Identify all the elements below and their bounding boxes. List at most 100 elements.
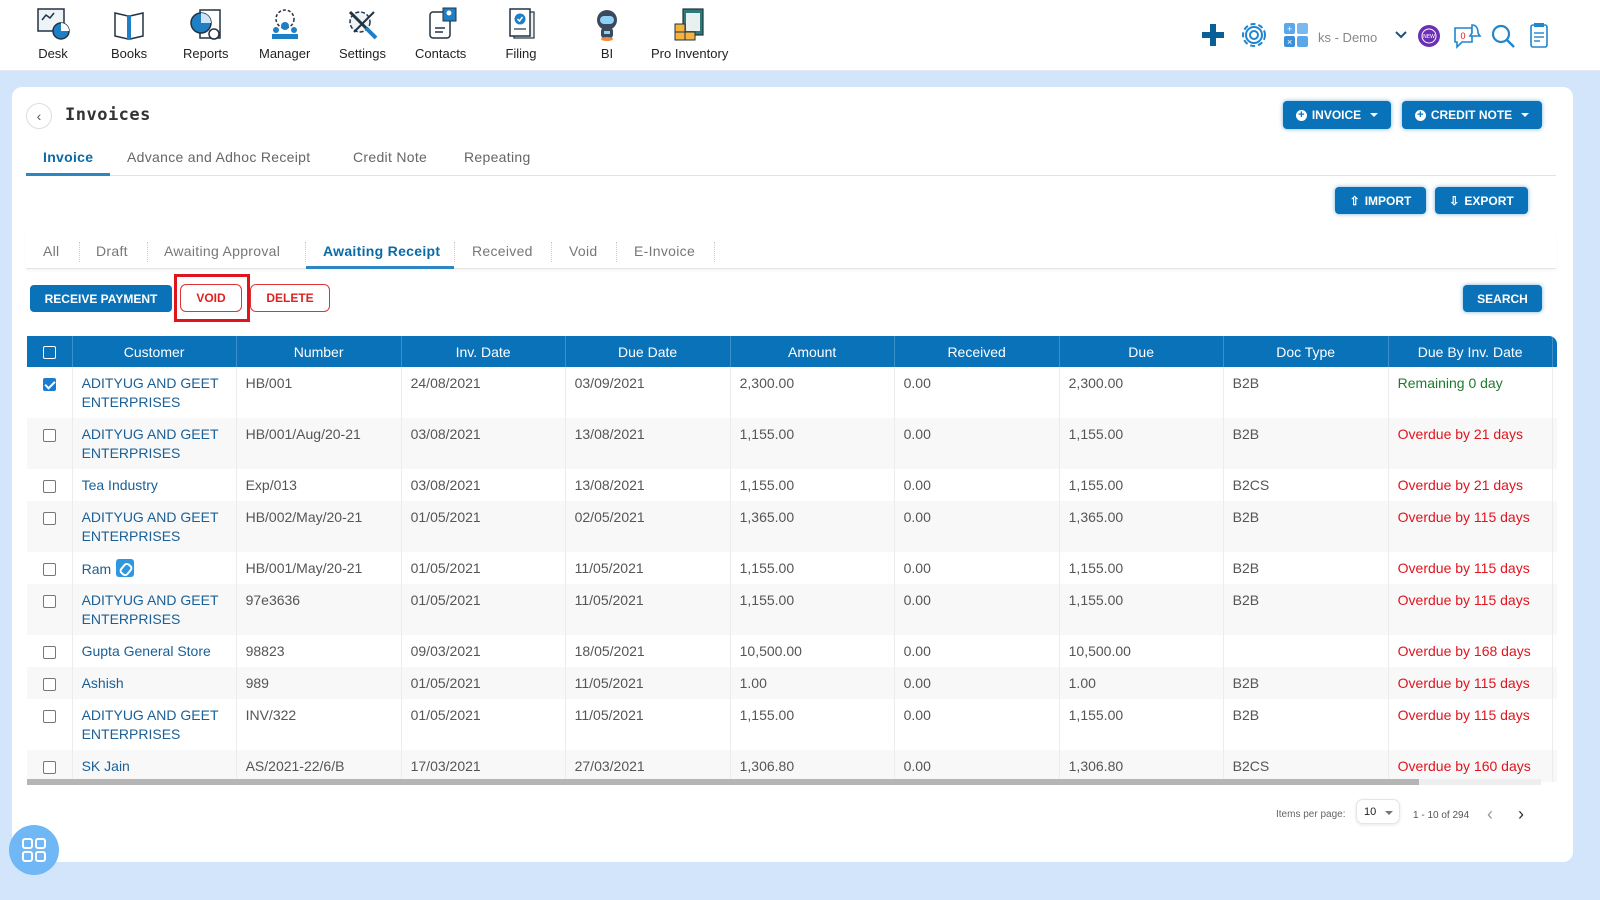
row-checkbox[interactable] [42, 511, 56, 525]
doc-type-cell: B2CS [1223, 750, 1389, 782]
table-row[interactable]: ADITYUG AND GEET ENTERPRISES HB/002/May/2… [27, 501, 1557, 552]
customer-link[interactable]: Ashish [82, 675, 124, 691]
row-checkbox[interactable] [42, 377, 56, 391]
status-tab-all[interactable]: All [43, 243, 59, 259]
customer-link[interactable]: ADITYUG AND GEET ENTERPRISES [82, 707, 219, 742]
back-button[interactable]: ‹ [26, 103, 52, 129]
whats-new-button[interactable]: NEW [1417, 24, 1441, 48]
customer-cell[interactable]: ADITYUG AND GEET ENTERPRISES [72, 584, 237, 635]
customer-cell[interactable]: SK Jain [72, 750, 237, 782]
global-search-button[interactable] [1490, 23, 1520, 53]
add-button[interactable] [1198, 20, 1228, 50]
tab-divider [79, 242, 80, 262]
customer-link[interactable]: SK Jain [82, 758, 130, 774]
customer-cell[interactable]: Ashish [72, 667, 237, 699]
tab-invoice[interactable]: Invoice [43, 149, 93, 165]
status-tab-awaiting-approval[interactable]: Awaiting Approval [164, 243, 280, 259]
customer-cell[interactable]: ADITYUG AND GEET ENTERPRISES [72, 418, 237, 469]
customer-link[interactable]: ADITYUG AND GEET ENTERPRISES [82, 375, 219, 410]
col-customer[interactable]: Customer [72, 336, 237, 367]
row-checkbox[interactable] [42, 645, 56, 659]
import-button[interactable]: ⇧ IMPORT [1335, 187, 1426, 214]
nav-manager[interactable]: Manager [259, 6, 310, 61]
col-due-by-inv-date[interactable]: Due By Inv. Date [1388, 336, 1553, 367]
table-row[interactable]: ADITYUG AND GEET ENTERPRISES HB/001/Aug/2… [27, 418, 1557, 469]
col-due-by-due-date[interactable] [1552, 336, 1557, 367]
search-button[interactable]: SEARCH [1463, 285, 1542, 312]
receive-payment-button[interactable]: RECEIVE PAYMENT [30, 285, 172, 312]
delete-button[interactable]: DELETE [250, 284, 330, 312]
nav-contacts[interactable]: Contacts [415, 6, 466, 61]
row-checkbox[interactable] [42, 677, 56, 691]
col-due[interactable]: Due [1059, 336, 1224, 367]
tab-advance-adhoc-receipt[interactable]: Advance and Adhoc Receipt [127, 149, 310, 165]
void-button[interactable]: VOID [180, 284, 242, 312]
tab-repeating[interactable]: Repeating [464, 149, 531, 165]
items-per-page-select[interactable]: 10 [1356, 799, 1400, 824]
nav-filing[interactable]: Filing [503, 6, 539, 61]
nav-books[interactable]: Books [111, 6, 147, 61]
nav-pro-inventory[interactable]: Pro Inventory [651, 6, 728, 61]
settings-button[interactable] [1239, 20, 1269, 50]
row-checkbox[interactable] [42, 760, 56, 774]
table-row[interactable]: Ram HB/001/May/20-21 01/05/2021 11/05/2021 1… [27, 552, 1557, 584]
nav-settings[interactable]: Settings [339, 6, 386, 61]
nav-reports[interactable]: Reports [183, 6, 229, 61]
prev-page-button[interactable]: ‹ [1487, 804, 1493, 825]
horizontal-scrollbar[interactable] [27, 779, 1541, 785]
apps-menu-button[interactable] [9, 825, 59, 875]
col-amount[interactable]: Amount [730, 336, 895, 367]
export-button[interactable]: ⇩ EXPORT [1435, 187, 1528, 214]
table-row[interactable]: Tea Industry Exp/013 03/08/2021 13/08/2021 1… [27, 469, 1557, 501]
row-checkbox[interactable] [42, 594, 56, 608]
select-all-checkbox[interactable] [42, 346, 56, 360]
row-checkbox[interactable] [42, 562, 56, 576]
table-row[interactable]: SK Jain AS/2021-22/6/B 17/03/2021 27/03/202… [27, 750, 1557, 782]
col-doc-type[interactable]: Doc Type [1223, 336, 1389, 367]
table-row[interactable]: ADITYUG AND GEET ENTERPRISES INV/322 01/05… [27, 699, 1557, 750]
attachment-icon[interactable] [116, 559, 135, 577]
status-tab-received[interactable]: Received [472, 243, 533, 259]
status-tab-e-invoice[interactable]: E-Invoice [634, 243, 695, 259]
nav-bi[interactable]: BI [589, 6, 625, 61]
customer-link[interactable]: ADITYUG AND GEET ENTERPRISES [82, 592, 219, 627]
next-page-button[interactable]: › [1518, 804, 1524, 825]
new-invoice-button[interactable]: + INVOICE [1283, 101, 1391, 129]
row-checkbox[interactable] [42, 428, 56, 442]
customer-cell[interactable]: ADITYUG AND GEET ENTERPRISES [72, 699, 237, 750]
scrollbar-thumb[interactable] [27, 779, 1419, 785]
customer-cell[interactable]: Ram [72, 552, 237, 584]
tab-credit-note[interactable]: Credit Note [353, 149, 427, 165]
col-received[interactable]: Received [894, 336, 1060, 367]
status-tab-awaiting-receipt[interactable]: Awaiting Receipt [323, 243, 440, 259]
col-inv-date[interactable]: Inv. Date [401, 336, 566, 367]
table-row[interactable]: Ashish 989 01/05/2021 11/05/2021 1.00 0.00 1.0… [27, 667, 1557, 699]
status-tab-draft[interactable]: Draft [96, 243, 128, 259]
col-number[interactable]: Number [236, 336, 402, 367]
customer-link[interactable]: Tea Industry [82, 477, 158, 493]
row-checkbox[interactable] [42, 479, 56, 493]
company-dropdown[interactable] [1393, 27, 1409, 43]
customer-cell[interactable]: ADITYUG AND GEET ENTERPRISES [72, 501, 237, 552]
number-cell: HB/001/Aug/20-21 [236, 418, 402, 469]
customer-cell[interactable]: Gupta General Store [72, 635, 237, 667]
company-name[interactable]: ks - Demo [1318, 30, 1377, 45]
customer-link[interactable]: Ram [82, 561, 112, 577]
table-row[interactable]: Gupta General Store 98823 09/03/2021 18/05/… [27, 635, 1557, 667]
documents-button[interactable] [1528, 23, 1558, 53]
customer-link[interactable]: ADITYUG AND GEET ENTERPRISES [82, 509, 219, 544]
customer-link[interactable]: Gupta General Store [82, 643, 211, 659]
nav-desk[interactable]: Desk [35, 6, 71, 61]
contacts-icon [428, 7, 457, 39]
customer-cell[interactable]: ADITYUG AND GEET ENTERPRISES [72, 367, 237, 418]
table-row[interactable]: ADITYUG AND GEET ENTERPRISES HB/001 24/08/… [27, 367, 1557, 418]
col-due-date[interactable]: Due Date [565, 336, 731, 367]
calculator-button[interactable]: + × [1283, 22, 1313, 52]
row-checkbox[interactable] [42, 709, 56, 723]
table-row[interactable]: ADITYUG AND GEET ENTERPRISES 97e3636 01/05… [27, 584, 1557, 635]
notifications-button[interactable]: 0 [1452, 22, 1482, 52]
customer-cell[interactable]: Tea Industry [72, 469, 237, 501]
new-credit-note-button[interactable]: + CREDIT NOTE [1402, 101, 1542, 129]
customer-link[interactable]: ADITYUG AND GEET ENTERPRISES [82, 426, 219, 461]
status-tab-void[interactable]: Void [569, 243, 597, 259]
